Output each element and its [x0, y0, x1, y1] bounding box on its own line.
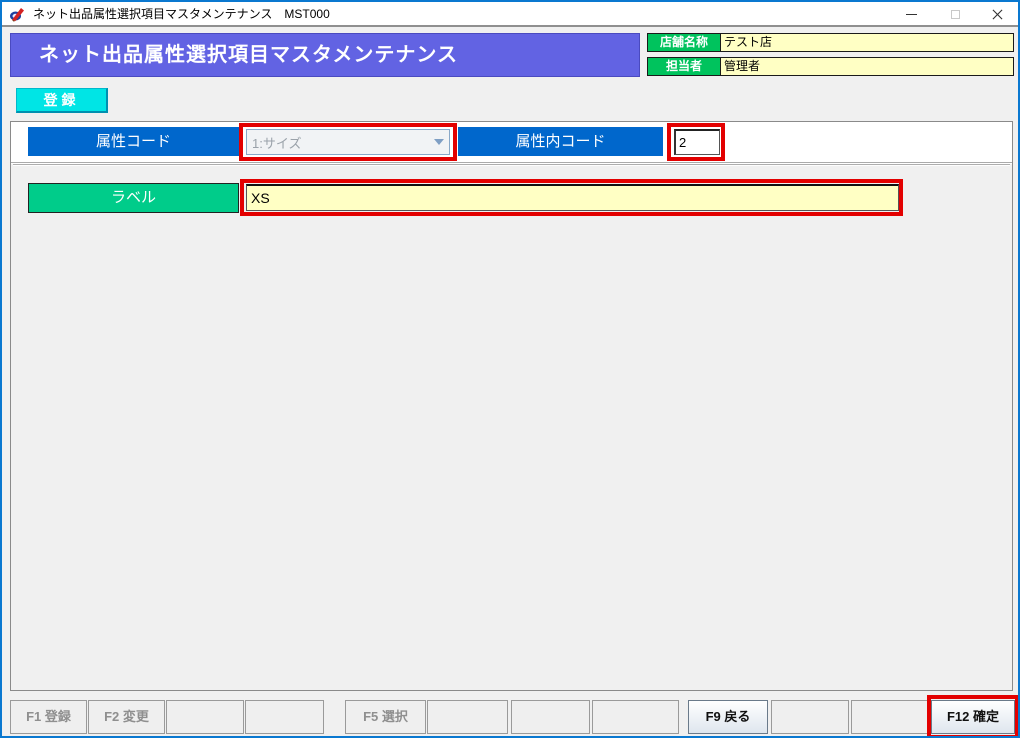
- chevron-down-icon: [429, 130, 449, 154]
- page-title-banner: ネット出品属性選択項目マスタメンテナンス: [10, 33, 640, 77]
- attribute-code-label: 属性コード: [28, 127, 239, 156]
- f4-blank-button: [245, 700, 324, 734]
- attribute-inner-code-input[interactable]: [674, 129, 720, 155]
- highlight-box-attribute-inner-code: [667, 123, 725, 161]
- highlight-box-attribute-code: 1:サイズ: [239, 123, 457, 161]
- close-icon: [992, 9, 1002, 19]
- app-icon: [10, 8, 24, 22]
- close-button[interactable]: [978, 2, 1016, 26]
- form-panel: 属性コード 1:サイズ 属性内コード ラベル: [10, 121, 1013, 691]
- f8-blank-button: [592, 700, 679, 734]
- f1-register-button[interactable]: F1 登録: [10, 700, 87, 734]
- label-input[interactable]: [246, 184, 899, 211]
- minimize-button[interactable]: [892, 2, 930, 26]
- f11-blank-button: [851, 700, 930, 734]
- f12-confirm-button[interactable]: F12 確定: [931, 700, 1015, 734]
- minimize-icon: [905, 13, 917, 15]
- title-bar: ネット出品属性選択項目マスタメンテナンス MST000: [2, 2, 1018, 27]
- attribute-inner-code-label: 属性内コード: [458, 127, 663, 156]
- f2-modify-button[interactable]: F2 変更: [88, 700, 165, 734]
- person-in-charge-value: 管理者: [720, 57, 1014, 76]
- label-field-label: ラベル: [28, 183, 239, 213]
- attribute-code-selected-value: 1:サイズ: [252, 135, 302, 151]
- mode-tab-register[interactable]: 登録: [16, 88, 108, 113]
- f9-back-button[interactable]: F9 戻る: [688, 700, 768, 734]
- attribute-code-select[interactable]: 1:サイズ: [246, 129, 450, 155]
- maximize-button: [936, 2, 974, 26]
- person-in-charge-label: 担当者: [647, 57, 721, 76]
- store-name-label: 店舗名称: [647, 33, 721, 52]
- app-window: ネット出品属性選択項目マスタメンテナンス MST000 ネット出品属性選択項目マ…: [0, 0, 1020, 738]
- f6-blank-button: [427, 700, 508, 734]
- f3-blank-button: [166, 700, 244, 734]
- f5-select-button[interactable]: F5 選択: [345, 700, 426, 734]
- f10-blank-button: [771, 700, 849, 734]
- function-key-bar: F1 登録 F2 変更 F5 選択 F9 戻る F12 確定: [2, 695, 1018, 736]
- f7-blank-button: [511, 700, 590, 734]
- store-name-value: テスト店: [720, 33, 1014, 52]
- highlight-box-f12: F12 確定: [927, 695, 1018, 736]
- divider: [13, 164, 1010, 166]
- window-title: ネット出品属性選択項目マスタメンテナンス MST000: [33, 7, 330, 21]
- highlight-box-label-field: [240, 179, 903, 216]
- maximize-icon: [950, 9, 960, 19]
